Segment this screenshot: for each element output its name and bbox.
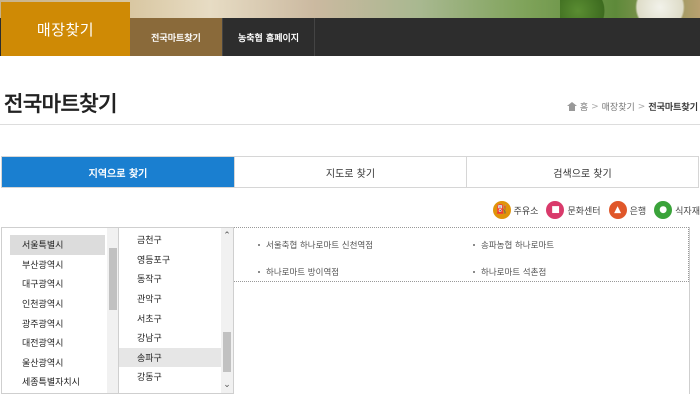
legend-gas-station: ⛽ 주유소	[492, 201, 539, 219]
gnb-item-nonghyup-homepage[interactable]: 농축협 홈페이지	[223, 18, 315, 56]
legend-label: 문화센터	[567, 206, 601, 217]
bullet-icon	[473, 271, 475, 274]
global-nav: 전국마트찾기 농축협 홈페이지	[130, 18, 315, 56]
bank-icon: ▲	[608, 201, 627, 219]
district-item[interactable]: 영등포구	[119, 250, 233, 270]
home-icon[interactable]	[566, 102, 577, 111]
district-list-scrollbar[interactable]: ⌃ ⌄	[221, 228, 233, 393]
breadcrumb-level1[interactable]: 매장찾기	[602, 100, 635, 113]
bullet-icon	[258, 271, 260, 274]
legend-culture-center: ■ 문화센터	[546, 201, 601, 219]
city-item[interactable]: 울산광역시	[2, 353, 119, 373]
city-item[interactable]: 대전광역시	[2, 333, 119, 353]
breadcrumb-separator-icon: >	[637, 101, 646, 112]
store-results: 서울축협 하나로마트 신천역점 송파농협 하나로마트 하나로마트 방이역점 하나…	[234, 227, 689, 282]
facility-legend: ⛽ 주유소 ■ 문화센터 ▲ 은행 ● 식자재	[492, 199, 700, 221]
district-item[interactable]: 서초구	[119, 308, 233, 328]
district-item[interactable]: 강남구	[119, 328, 233, 348]
store-result-item[interactable]: 하나로마트 석촌점	[473, 264, 673, 282]
bullet-icon	[473, 243, 475, 246]
page-root: 매장찾기 전국마트찾기 농축협 홈페이지 전국마트찾기 홈 > 매장찾기 > 전…	[0, 0, 700, 394]
breadcrumb-current: 전국마트찾기	[648, 103, 698, 113]
legend-label: 식자재	[675, 206, 700, 217]
district-item[interactable]: 강동구	[119, 367, 233, 387]
city-item[interactable]: 세종특별자치시	[2, 372, 119, 392]
tab-search-by-map[interactable]: 지도로 찾기	[235, 157, 467, 187]
store-result-item[interactable]: 서울축협 하나로마트 신천역점	[258, 236, 473, 254]
banner-cabbage-graphic	[620, 0, 700, 18]
scrollbar-thumb[interactable]	[109, 248, 117, 310]
district-item[interactable]: 금천구	[119, 230, 233, 250]
legend-bank: ▲ 은행	[608, 201, 647, 219]
legend-label: 주유소	[513, 206, 539, 217]
city-item[interactable]: 인천광역시	[2, 294, 119, 314]
scrollbar-thumb[interactable]	[223, 332, 231, 372]
city-item[interactable]: 서울특별시	[10, 235, 105, 255]
store-result-item[interactable]: 하나로마트 방이역점	[258, 264, 473, 282]
legend-food-ingredients: ● 식자재	[654, 201, 700, 219]
banner-vegetable-graphic	[560, 0, 620, 18]
breadcrumb-home[interactable]: 홈	[580, 100, 588, 113]
scroll-down-icon[interactable]: ⌄	[221, 379, 233, 391]
district-item[interactable]: 동작구	[119, 269, 233, 289]
breadcrumb: 홈 > 매장찾기 > 전국마트찾기	[566, 100, 698, 113]
tab-search-by-keyword[interactable]: 검색으로 찾기	[467, 157, 698, 187]
city-item[interactable]: 대구광역시	[2, 274, 119, 294]
bullet-icon	[258, 243, 260, 246]
search-mode-tabs: 지역으로 찾기 지도로 찾기 검색으로 찾기	[1, 156, 699, 188]
store-name[interactable]: 하나로마트 석촌점	[481, 266, 546, 278]
culture-center-icon: ■	[546, 201, 565, 219]
district-item[interactable]: 송파구	[119, 347, 233, 368]
gas-station-icon: ⛽	[492, 201, 511, 219]
city-item[interactable]: 광주광역시	[2, 313, 119, 333]
section-title-badge[interactable]: 매장찾기	[1, 2, 130, 56]
store-result-item[interactable]: 송파농협 하나로마트	[473, 236, 673, 254]
page-title: 전국마트찾기	[4, 92, 117, 116]
store-name[interactable]: 하나로마트 방이역점	[266, 266, 339, 278]
title-divider	[0, 124, 700, 125]
district-list[interactable]: 금천구 영등포구 동작구 관악구 서초구 강남구 송파구 강동구 ⌃ ⌄	[118, 227, 234, 394]
results-panel-edge	[689, 227, 699, 394]
store-name[interactable]: 서울축협 하나로마트 신천역점	[266, 239, 373, 251]
store-name[interactable]: 송파농협 하나로마트	[481, 239, 554, 251]
scroll-up-icon[interactable]: ⌃	[221, 230, 233, 242]
city-list[interactable]: 서울특별시 부산광역시 대구광역시 인천광역시 광주광역시 대전광역시 울산광역…	[1, 227, 119, 394]
gnb-item-mart-finder[interactable]: 전국마트찾기	[130, 18, 223, 56]
breadcrumb-separator-icon: >	[591, 101, 599, 112]
city-item[interactable]: 부산광역시	[2, 255, 119, 275]
legend-label: 은행	[629, 206, 647, 217]
district-item[interactable]: 관악구	[119, 289, 233, 309]
food-ingredients-icon: ●	[654, 201, 673, 219]
tab-search-by-region[interactable]: 지역으로 찾기	[2, 157, 235, 187]
